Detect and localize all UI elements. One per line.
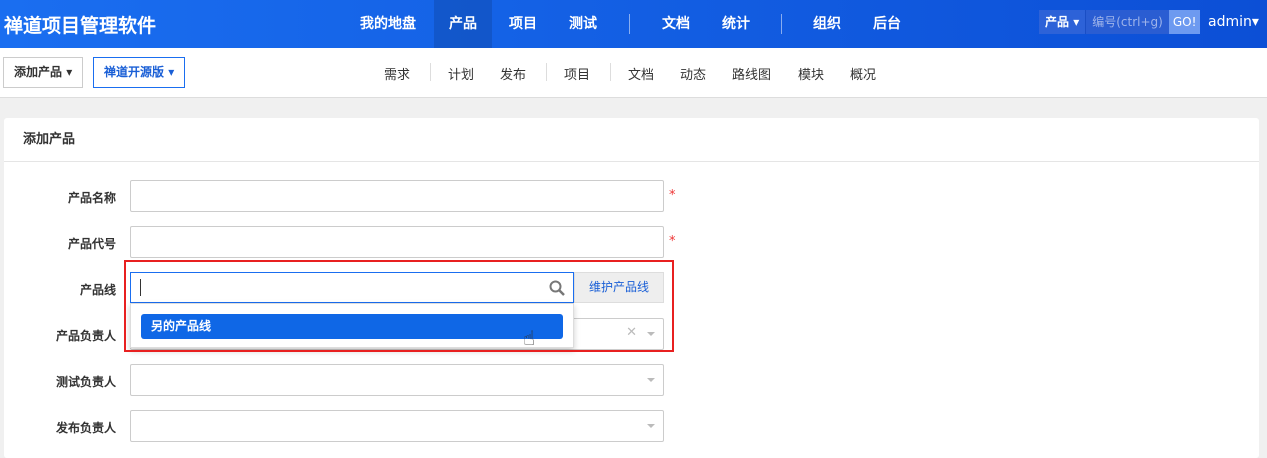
top-navbar: 禅道项目管理软件 我的地盘 产品 项目 测试 文档 统计 组织 后台 产品 ▾ … xyxy=(0,0,1267,48)
highlight-box xyxy=(124,260,674,352)
crumb-product-select[interactable]: 禅道开源版 ▾ xyxy=(93,57,186,88)
nav-admin[interactable]: 后台 xyxy=(858,0,916,48)
divider xyxy=(430,63,431,81)
divider xyxy=(781,14,782,34)
subnav-module[interactable]: 模块 xyxy=(798,64,824,83)
chevron-down-icon xyxy=(647,424,655,432)
nav-project[interactable]: 项目 xyxy=(494,0,552,48)
search-input[interactable]: 编号(ctrl+g) xyxy=(1085,10,1169,34)
nav-org[interactable]: 组织 xyxy=(798,0,856,48)
subnav-roadmap[interactable]: 路线图 xyxy=(732,64,771,83)
nav-my[interactable]: 我的地盘 xyxy=(345,0,431,48)
label-po: 产品负责人 xyxy=(55,329,116,343)
nav-stat[interactable]: 统计 xyxy=(707,0,765,48)
subnav-plan[interactable]: 计划 xyxy=(448,64,474,83)
chevron-down-icon xyxy=(647,378,655,386)
subnav-project[interactable]: 项目 xyxy=(564,64,590,83)
label-qd: 测试负责人 xyxy=(55,375,116,389)
search-type-label: 产品 xyxy=(1045,15,1070,29)
divider xyxy=(629,14,630,34)
crumb-label: 禅道开源版 xyxy=(104,65,165,79)
crumb-label: 添加产品 xyxy=(14,65,63,79)
subnav-story[interactable]: 需求 xyxy=(384,64,410,83)
product-code-input[interactable] xyxy=(130,226,664,258)
required-mark: * xyxy=(669,188,676,203)
brand-title: 禅道项目管理软件 xyxy=(4,15,157,37)
required-mark: * xyxy=(669,234,676,249)
subnav-dynamic[interactable]: 动态 xyxy=(680,64,706,83)
subnav-release[interactable]: 发布 xyxy=(500,64,526,83)
divider xyxy=(546,63,547,81)
nav-doc[interactable]: 文档 xyxy=(647,0,705,48)
sub-navbar: 添加产品 ▾ 禅道开源版 ▾ 需求 计划 发布 项目 文档 动态 路线图 模块 … xyxy=(0,48,1267,98)
subnav-view[interactable]: 概况 xyxy=(850,64,876,83)
go-button[interactable]: GO! xyxy=(1168,10,1201,34)
user-name: admin xyxy=(1208,14,1252,30)
label-name: 产品名称 xyxy=(67,191,116,205)
release-owner-select[interactable] xyxy=(130,410,664,442)
product-name-input[interactable] xyxy=(130,180,664,212)
user-menu[interactable]: admin▾ xyxy=(1208,14,1259,30)
quick-search: 产品 ▾ 编号(ctrl+g) GO! xyxy=(1039,10,1201,34)
nav-test[interactable]: 测试 xyxy=(554,0,612,48)
label-line: 产品线 xyxy=(79,283,116,297)
subnav-doc[interactable]: 文档 xyxy=(628,64,654,83)
divider xyxy=(610,63,611,81)
crumb-add-product[interactable]: 添加产品 ▾ xyxy=(3,57,84,88)
label-rd: 发布负责人 xyxy=(55,421,116,435)
label-code: 产品代号 xyxy=(67,237,116,251)
panel-title: 添加产品 xyxy=(4,118,1259,162)
nav-product[interactable]: 产品 xyxy=(434,0,492,48)
qa-owner-select[interactable] xyxy=(130,364,664,396)
search-type-select[interactable]: 产品 ▾ xyxy=(1039,10,1086,34)
